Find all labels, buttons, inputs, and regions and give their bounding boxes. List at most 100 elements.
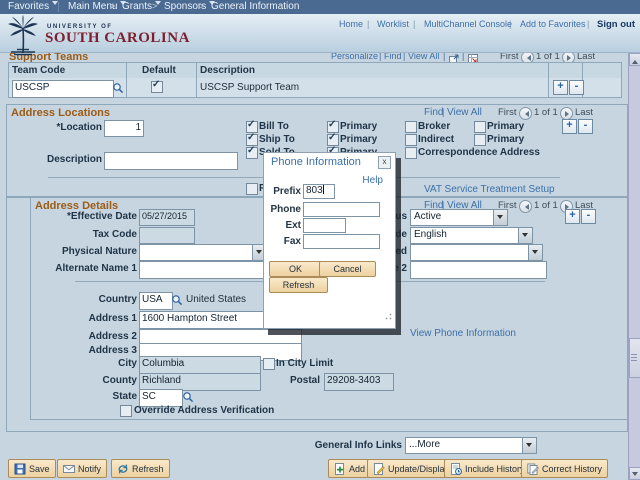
arrow-down-icon (632, 472, 638, 479)
prefix-input[interactable]: 803 (303, 184, 335, 199)
language-code-dropdown[interactable]: English (410, 227, 533, 244)
dialog-title: Phone Information (271, 156, 361, 168)
update-display-button[interactable]: Update/Display (367, 459, 456, 478)
previous-page-icon[interactable] (519, 107, 532, 120)
delete-row-button[interactable]: - (578, 119, 593, 134)
location-label: *Location (56, 122, 102, 133)
broker-checkbox[interactable] (405, 121, 417, 133)
breadcrumb-favorites-label: Favorites (8, 1, 50, 12)
where-performed-dropdown[interactable] (410, 244, 543, 261)
default-checkbox[interactable] (151, 79, 163, 93)
in-city-limit-checkbox[interactable] (263, 358, 275, 370)
cancel-button-label: Cancel (333, 264, 362, 274)
save-button[interactable]: Save (8, 459, 56, 478)
city-field[interactable]: Columbia (139, 356, 261, 374)
refresh-button-label: Refresh (132, 463, 164, 474)
envelope-icon (63, 464, 75, 473)
indirect-primary-checkbox[interactable] (474, 134, 486, 146)
in-city-limit-label: In City Limit (276, 358, 334, 369)
add-row-button[interactable]: + (562, 119, 577, 134)
broker-primary-checkbox[interactable] (474, 121, 486, 133)
south-carolina-wordmark: SOUTH CAROLINA (45, 30, 190, 46)
document-history-icon (451, 462, 462, 475)
dropdown-arrow-icon[interactable] (522, 438, 536, 453)
postal-field[interactable]: 29208-3403 (324, 373, 394, 391)
ext-label: Ext (285, 220, 301, 231)
vertical-scrollbar[interactable] (628, 52, 640, 480)
effective-date-label: *Effective Date (66, 211, 137, 222)
lookup-magnifier-icon[interactable] (112, 81, 124, 99)
scroll-down-button[interactable] (629, 467, 640, 480)
add-to-favorites-link[interactable]: Add to Favorites (520, 19, 586, 29)
scroll-up-button[interactable] (629, 53, 640, 66)
vat-service-treatment-setup-link[interactable]: VAT Service Treatment Setup (424, 184, 555, 195)
notify-button[interactable]: Notify (57, 459, 108, 478)
breadcrumb-main-menu[interactable]: Main Menu (68, 1, 127, 12)
status-dropdown[interactable]: Active (410, 209, 508, 226)
resize-grip-icon[interactable] (385, 307, 392, 325)
first-label[interactable]: First (498, 107, 516, 118)
alternate-name2-input[interactable] (410, 261, 547, 279)
worklist-link[interactable]: Worklist (377, 19, 409, 29)
remit-to-checkbox[interactable] (246, 183, 258, 195)
add-row-button[interactable]: + (565, 209, 580, 224)
refresh-button[interactable]: Refresh (111, 459, 170, 478)
ok-button[interactable]: OK (269, 261, 322, 277)
general-info-links-dropdown[interactable]: ...More (405, 437, 537, 454)
dropdown-arrow-icon[interactable] (518, 228, 532, 243)
description-label: Description (46, 154, 102, 165)
override-address-verification-checkbox[interactable] (120, 405, 132, 417)
indirect-checkbox[interactable] (405, 134, 417, 146)
home-link[interactable]: Home (339, 19, 363, 29)
delete-row-button[interactable]: - (569, 80, 584, 95)
help-link[interactable]: Help (362, 175, 383, 186)
save-button-label: Save (29, 463, 50, 474)
correct-history-button[interactable]: Correct History (521, 459, 609, 478)
sign-out-link[interactable]: Sign out (597, 19, 635, 30)
status-value: Active (414, 211, 442, 222)
sold-to-checkbox[interactable] (246, 145, 258, 159)
breadcrumb-sponsors[interactable]: Sponsors (164, 1, 216, 12)
prefix-value: 803 (306, 185, 323, 196)
county-label: County (102, 375, 137, 386)
cancel-button[interactable]: Cancel (319, 261, 376, 277)
country-input[interactable]: USA (139, 292, 173, 310)
add-button[interactable]: Add (328, 459, 372, 478)
column-header-description: Description (200, 65, 256, 76)
correspondence-address-label: Correspondence Address (418, 147, 540, 158)
close-icon[interactable]: x (378, 156, 391, 169)
view-phone-information-link[interactable]: View Phone Information (410, 328, 516, 339)
location-input[interactable]: 1 (104, 120, 144, 137)
delete-row-button[interactable]: - (581, 209, 596, 224)
dropdown-arrow-icon[interactable] (528, 245, 542, 260)
document-pencil-icon (374, 462, 385, 475)
view-all-link[interactable]: View All (447, 107, 482, 118)
dropdown-arrow-icon[interactable] (493, 210, 507, 225)
lookup-magnifier-icon[interactable] (171, 293, 183, 311)
ok-button-label: OK (288, 264, 302, 274)
description-input[interactable] (104, 152, 238, 170)
ext-input[interactable] (303, 218, 346, 233)
grip-icon (631, 360, 637, 361)
scrollbar-thumb[interactable] (629, 338, 640, 378)
header-separator: | (367, 19, 370, 29)
refresh-icon (118, 464, 128, 473)
correspondence-address-checkbox[interactable] (405, 147, 417, 159)
breadcrumb-favorites-menu[interactable]: Favorites (8, 1, 59, 12)
find-link[interactable]: Find (424, 107, 443, 118)
last-label[interactable]: Last (575, 107, 593, 118)
bill-to-label: Bill To (259, 121, 289, 132)
include-history-button[interactable]: Include History (444, 459, 531, 478)
modal-refresh-button[interactable]: Refresh (269, 277, 328, 293)
previous-page-icon[interactable] (519, 200, 532, 213)
add-row-button[interactable]: + (553, 80, 568, 95)
header-separator: | (413, 19, 416, 29)
physical-nature-dropdown[interactable] (139, 244, 267, 261)
phone-input[interactable] (303, 202, 380, 217)
multichannel-console-link[interactable]: MultiChannel Console (424, 19, 512, 29)
team-code-input[interactable]: USCSP (12, 80, 114, 98)
city-label: City (118, 358, 137, 369)
address3-label: Address 3 (88, 345, 137, 356)
fax-input[interactable] (303, 234, 380, 249)
ship-to-label: Ship To (259, 134, 295, 145)
